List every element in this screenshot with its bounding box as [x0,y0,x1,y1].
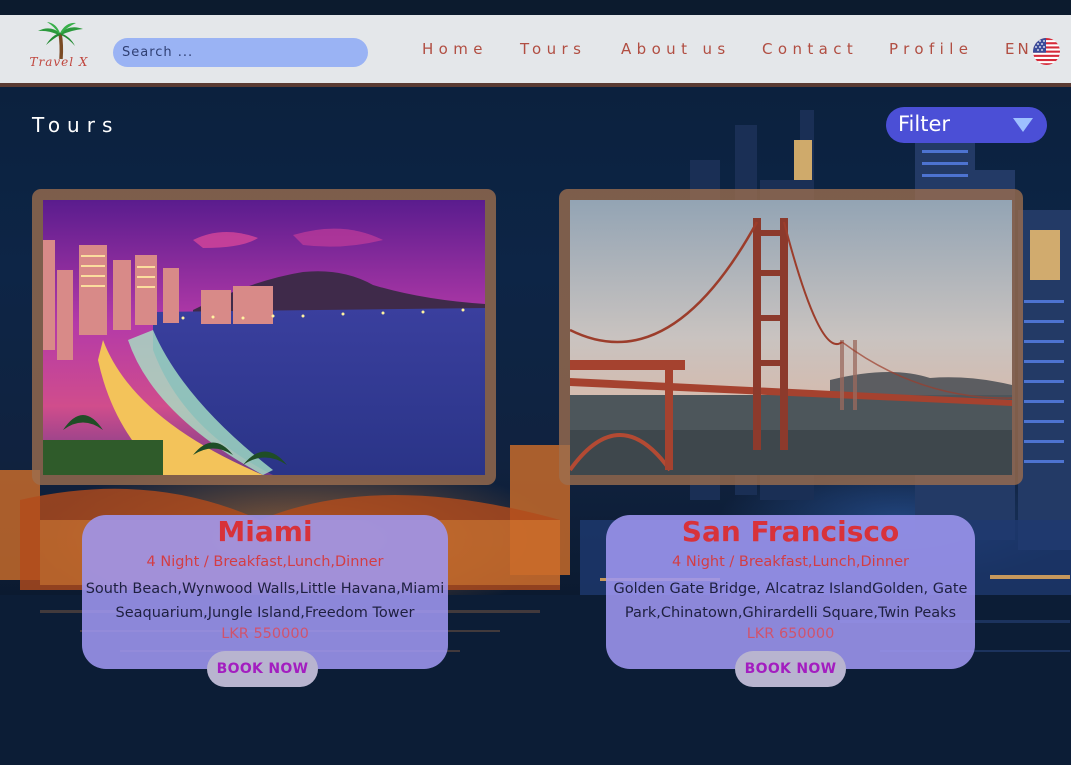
language-selector[interactable]: EN [1005,40,1032,58]
top-strip [0,0,1071,15]
filter-label: Filter [898,112,951,136]
tour-info-card-miami: Miami 4 Night / Breakfast,Lunch,Dinner S… [82,515,448,669]
nav-profile[interactable]: Profile [889,40,973,62]
filter-dropdown[interactable]: Filter [886,107,1047,143]
tour-info-card-san-francisco: San Francisco 4 Night / Breakfast,Lunch,… [606,515,975,669]
tour-price: LKR 650000 [746,626,835,642]
tour-places: Golden Gate Bridge, Alcatraz IslandGolde… [613,581,968,621]
tour-meal-plan: 4 Night / Breakfast,Lunch,Dinner [672,554,909,570]
tour-title: Miami [217,515,313,548]
tour-places: South Beach,Wynwood Walls,Little Havana,… [85,581,445,621]
tour-image-miami[interactable] [43,200,485,475]
tour-image-san-francisco[interactable] [570,200,1012,475]
search-input[interactable] [113,38,368,67]
tour-title: San Francisco [681,515,900,548]
book-now-button-miami[interactable]: BOOK NOW [207,651,318,687]
page-title: Tours [32,113,120,137]
us-flag-icon[interactable] [1033,38,1060,65]
tour-image-frame-miami [32,189,496,485]
book-now-button-san-francisco[interactable]: BOOK NOW [735,651,846,687]
nav-contact[interactable]: Contact [762,40,858,62]
triangle-down-icon [1013,118,1033,132]
tour-image-frame-san-francisco [559,189,1023,485]
nav-tours[interactable]: Tours [520,40,586,62]
tour-price: LKR 550000 [221,626,309,642]
logo-text: Travel X [29,55,89,69]
nav-home[interactable]: Home [422,40,488,62]
header-bar: Travel X Home Tours About us Contact Pro… [0,15,1071,87]
logo[interactable]: Travel X [28,21,90,77]
nav-about-us[interactable]: About us [621,40,731,62]
tour-meal-plan: 4 Night / Breakfast,Lunch,Dinner [146,554,384,570]
